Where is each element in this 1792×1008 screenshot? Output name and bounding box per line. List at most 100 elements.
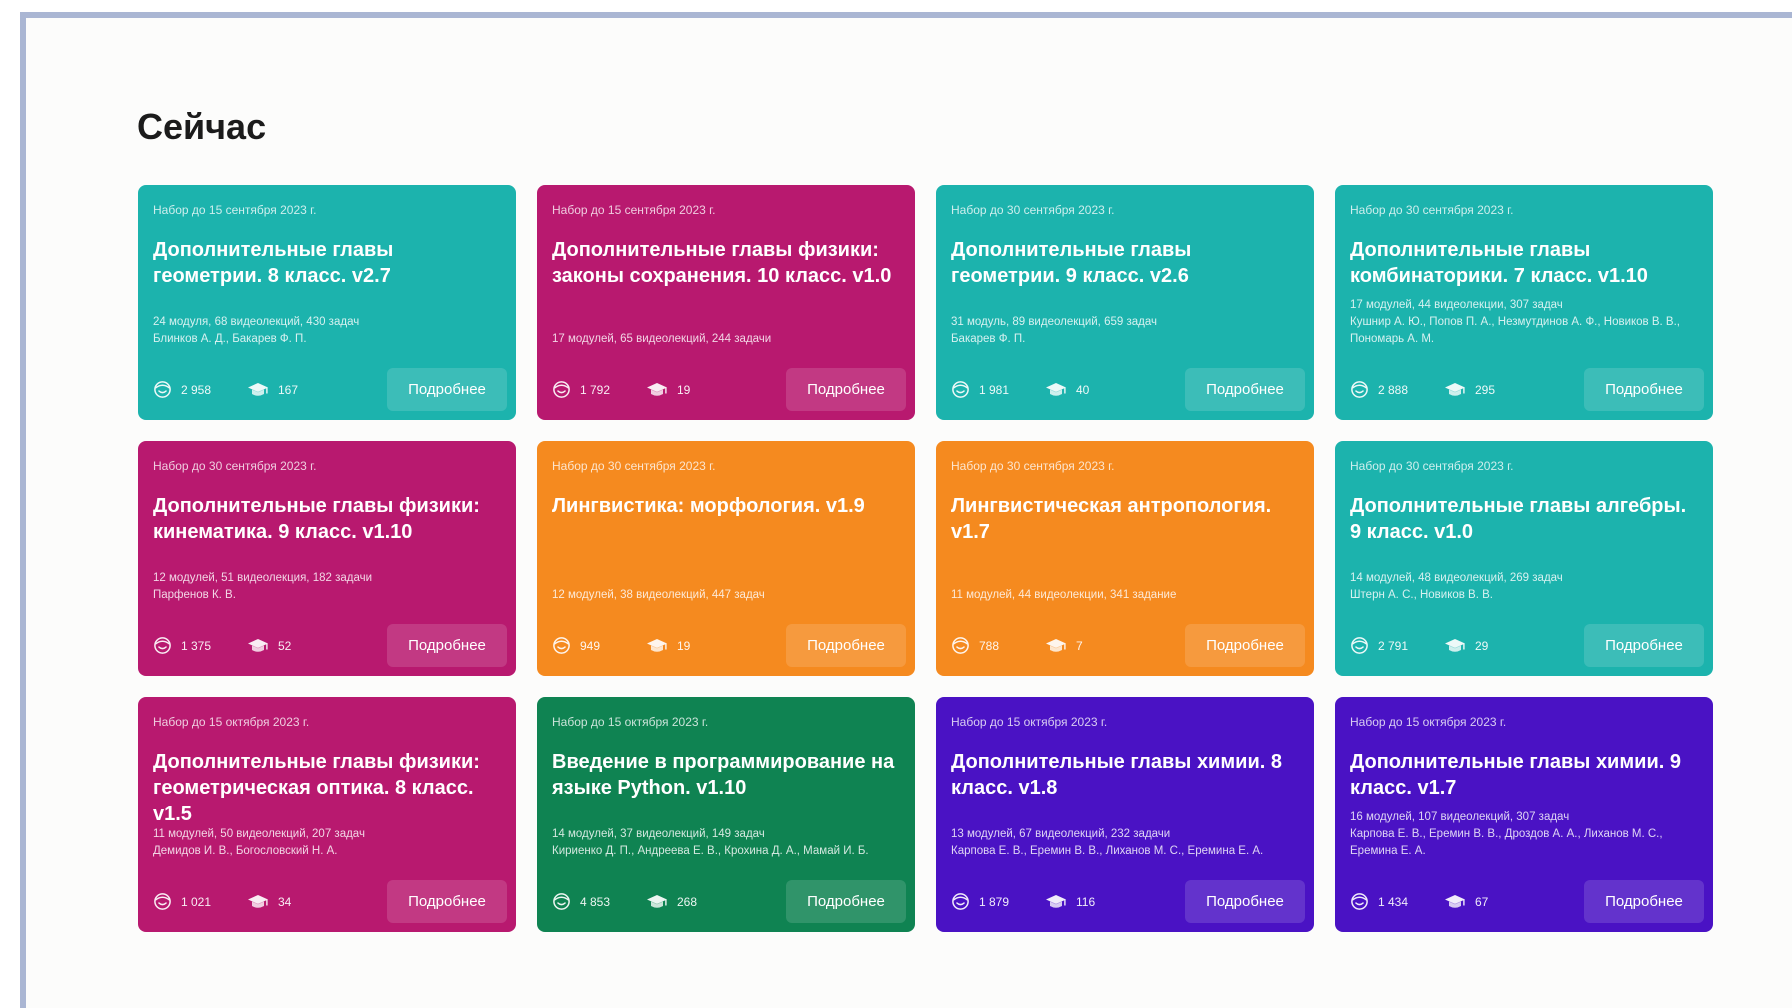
course-authors: Карпова Е. В., Еремин В. В., Лиханов М. … bbox=[951, 845, 1264, 857]
card-footer: 1 021 34 Подробнее bbox=[153, 880, 507, 923]
smiley-icon bbox=[553, 637, 570, 654]
graduates-stat: 52 bbox=[247, 637, 341, 655]
details-button[interactable]: Подробнее bbox=[786, 624, 906, 667]
details-button[interactable]: Подробнее bbox=[1584, 880, 1704, 923]
course-card[interactable]: Набор до 30 сентября 2023 г. Дополнитель… bbox=[936, 185, 1314, 420]
views-count: 2 791 bbox=[1378, 638, 1409, 653]
enrollment-deadline: Набор до 15 октября 2023 г. bbox=[552, 715, 709, 729]
enrollment-deadline: Набор до 15 сентября 2023 г. bbox=[153, 203, 317, 217]
views-stat: 1 375 bbox=[153, 636, 247, 655]
course-title[interactable]: Дополнительные главы физики: кинематика.… bbox=[153, 493, 500, 545]
graduates-count: 19 bbox=[677, 638, 691, 653]
views-stat: 4 853 bbox=[552, 892, 646, 911]
graduation-cap-icon bbox=[248, 382, 268, 396]
graduation-cap-icon bbox=[1046, 382, 1066, 396]
page-content: Сейчас Набор до 15 сентября 2023 г. Допо… bbox=[26, 18, 1792, 1008]
course-grid: Набор до 15 сентября 2023 г. Дополнитель… bbox=[138, 185, 1713, 932]
course-card[interactable]: Набор до 15 октября 2023 г. Дополнительн… bbox=[138, 697, 516, 932]
details-button[interactable]: Подробнее bbox=[387, 880, 507, 923]
course-title[interactable]: Дополнительные главы геометрии. 8 класс.… bbox=[153, 237, 500, 289]
course-authors: Карпова Е. В., Еремин В. В., Дроздов А. … bbox=[1350, 828, 1663, 857]
course-title[interactable]: Дополнительные главы комбинаторики. 7 кл… bbox=[1350, 237, 1697, 289]
enrollment-deadline: Набор до 30 сентября 2023 г. bbox=[951, 459, 1115, 473]
graduates-count: 19 bbox=[677, 382, 691, 397]
course-title[interactable]: Введение в программирование на языке Pyt… bbox=[552, 749, 899, 801]
card-footer: 1 434 67 Подробнее bbox=[1350, 880, 1704, 923]
course-card[interactable]: Набор до 30 сентября 2023 г. Дополнитель… bbox=[1335, 185, 1713, 420]
course-authors: Бакарев Ф. П. bbox=[951, 333, 1026, 345]
enrollment-deadline: Набор до 30 сентября 2023 г. bbox=[1350, 203, 1514, 217]
course-meta: 31 модуль, 89 видеолекций, 659 задач Бак… bbox=[951, 314, 1300, 348]
smiley-icon bbox=[1351, 893, 1368, 910]
course-card[interactable]: Набор до 15 октября 2023 г. Дополнительн… bbox=[1335, 697, 1713, 932]
enrollment-deadline: Набор до 15 октября 2023 г. bbox=[951, 715, 1108, 729]
views-count: 1 375 bbox=[181, 638, 212, 653]
course-card[interactable]: Набор до 15 октября 2023 г. Дополнительн… bbox=[936, 697, 1314, 932]
graduates-count: 52 bbox=[278, 638, 292, 653]
course-card[interactable]: Набор до 30 сентября 2023 г. Дополнитель… bbox=[1335, 441, 1713, 676]
card-footer: 1 981 40 Подробнее bbox=[951, 368, 1305, 411]
graduates-count: 7 bbox=[1076, 638, 1083, 653]
course-meta: 12 модулей, 38 видеолекций, 447 задач bbox=[552, 587, 901, 604]
course-title[interactable]: Лингвистика: морфология. v1.9 bbox=[552, 493, 899, 519]
details-button[interactable]: Подробнее bbox=[387, 368, 507, 411]
details-button[interactable]: Подробнее bbox=[1584, 368, 1704, 411]
course-meta: 11 модулей, 44 видеолекции, 341 задание bbox=[951, 587, 1300, 604]
graduation-cap-icon bbox=[647, 894, 667, 908]
details-button[interactable]: Подробнее bbox=[1185, 624, 1305, 667]
course-card[interactable]: Набор до 15 октября 2023 г. Введение в п… bbox=[537, 697, 915, 932]
smiley-icon bbox=[154, 637, 171, 654]
graduation-cap-icon bbox=[647, 638, 667, 652]
course-authors: Блинков А. Д., Бакарев Ф. П. bbox=[153, 333, 307, 345]
course-stats-line: 11 модулей, 50 видеолекций, 207 задач bbox=[153, 828, 365, 840]
course-title[interactable]: Лингвистическая антропология. v1.7 bbox=[951, 493, 1298, 545]
course-title[interactable]: Дополнительные главы химии. 9 класс. v1.… bbox=[1350, 749, 1697, 801]
course-stats-line: 12 модулей, 51 видеолекция, 182 задачи bbox=[153, 572, 373, 584]
course-card[interactable]: Набор до 15 сентября 2023 г. Дополнитель… bbox=[537, 185, 915, 420]
course-stats-line: 17 модулей, 44 видеолекции, 307 задач bbox=[1350, 299, 1563, 311]
views-count: 1 792 bbox=[580, 382, 611, 397]
details-button[interactable]: Подробнее bbox=[1584, 624, 1704, 667]
course-stats-line: 13 модулей, 67 видеолекций, 232 задачи bbox=[951, 828, 1171, 840]
course-meta: 17 модулей, 44 видеолекции, 307 задач Ку… bbox=[1350, 297, 1699, 348]
course-meta: 13 модулей, 67 видеолекций, 232 задачи К… bbox=[951, 826, 1300, 860]
course-card[interactable]: Набор до 30 сентября 2023 г. Дополнитель… bbox=[138, 441, 516, 676]
course-title[interactable]: Дополнительные главы геометрии. 9 класс.… bbox=[951, 237, 1298, 289]
details-button[interactable]: Подробнее bbox=[1185, 880, 1305, 923]
details-button[interactable]: Подробнее bbox=[786, 368, 906, 411]
views-stat: 2 888 bbox=[1350, 380, 1444, 399]
views-count: 2 958 bbox=[181, 382, 212, 397]
graduates-stat: 7 bbox=[1045, 637, 1139, 655]
enrollment-deadline: Набор до 30 сентября 2023 г. bbox=[552, 459, 716, 473]
views-count: 2 888 bbox=[1378, 382, 1409, 397]
course-title[interactable]: Дополнительные главы физики: геометричес… bbox=[153, 749, 500, 827]
enrollment-deadline: Набор до 30 сентября 2023 г. bbox=[951, 203, 1115, 217]
details-button[interactable]: Подробнее bbox=[387, 624, 507, 667]
smiley-icon bbox=[154, 893, 171, 910]
course-title[interactable]: Дополнительные главы алгебры. 9 класс. v… bbox=[1350, 493, 1697, 545]
course-title[interactable]: Дополнительные главы физики: законы сохр… bbox=[552, 237, 899, 289]
details-button[interactable]: Подробнее bbox=[1185, 368, 1305, 411]
course-meta: 16 модулей, 107 видеолекций, 307 задач К… bbox=[1350, 809, 1699, 860]
details-button[interactable]: Подробнее bbox=[786, 880, 906, 923]
course-card[interactable]: Набор до 30 сентября 2023 г. Лингвистика… bbox=[537, 441, 915, 676]
course-meta: 14 модулей, 48 видеолекций, 269 задач Шт… bbox=[1350, 570, 1699, 604]
course-title[interactable]: Дополнительные главы химии. 8 класс. v1.… bbox=[951, 749, 1298, 801]
card-footer: 788 7 Подробнее bbox=[951, 624, 1305, 667]
course-meta: 17 модулей, 65 видеолекций, 244 задачи bbox=[552, 331, 901, 348]
course-card[interactable]: Набор до 30 сентября 2023 г. Лингвистиче… bbox=[936, 441, 1314, 676]
views-count: 1 434 bbox=[1378, 894, 1409, 909]
card-footer: 2 958 167 Подробнее bbox=[153, 368, 507, 411]
graduates-count: 40 bbox=[1076, 382, 1090, 397]
graduation-cap-icon bbox=[1046, 638, 1066, 652]
views-stat: 1 879 bbox=[951, 892, 1045, 911]
smiley-icon bbox=[154, 381, 171, 398]
course-card[interactable]: Набор до 15 сентября 2023 г. Дополнитель… bbox=[138, 185, 516, 420]
course-meta: 11 модулей, 50 видеолекций, 207 задач Де… bbox=[153, 826, 502, 860]
graduates-stat: 268 bbox=[646, 893, 740, 911]
course-stats-line: 11 модулей, 44 видеолекции, 341 задание bbox=[951, 589, 1177, 601]
smiley-icon bbox=[553, 381, 570, 398]
smiley-icon bbox=[952, 381, 969, 398]
course-meta: 12 модулей, 51 видеолекция, 182 задачи П… bbox=[153, 570, 502, 604]
graduates-stat: 116 bbox=[1045, 893, 1139, 911]
